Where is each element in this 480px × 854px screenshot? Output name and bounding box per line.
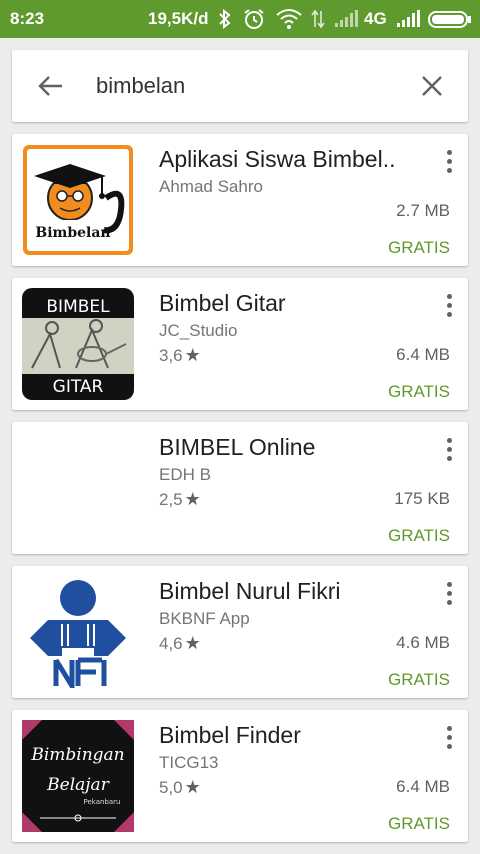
app-result-card[interactable]: BIMBEL Online EDH B 2,5 ★ 175 KB GRATIS [12, 422, 468, 554]
search-bar [12, 50, 468, 122]
more-vert-icon[interactable] [444, 148, 456, 176]
app-result-card[interactable]: Bimbel Nurul Fikri BKBNF App 4,6 ★ 4.6 MB… [12, 566, 468, 698]
alarm-icon [244, 9, 264, 29]
bluetooth-icon [219, 8, 231, 30]
rating-value: 5,0 [159, 778, 183, 797]
battery-icon [428, 11, 471, 28]
more-vert-icon[interactable] [444, 580, 456, 608]
rating-value: 3,6 [159, 346, 183, 365]
rating-value: 4,6 [159, 634, 183, 653]
app-developer: BKBNF App [159, 609, 250, 628]
search-input[interactable] [96, 70, 396, 102]
star-icon: ★ [184, 633, 201, 653]
app-result-card[interactable]: BIMBEL GITAR Bimbel Gitar JC_Studio 3,6 ★… [12, 278, 468, 410]
status-time: 8:23 [10, 9, 45, 28]
star-icon: ★ [184, 489, 201, 509]
signal-icon [397, 10, 420, 27]
app-price[interactable]: GRATIS [388, 238, 450, 258]
data-transfer-icon [311, 9, 325, 29]
app-title[interactable]: Bimbel Nurul Fikri [159, 578, 419, 605]
star-icon: ★ [184, 345, 201, 365]
app-icon-text: GITAR [53, 377, 104, 397]
app-icon-text: Belajar [46, 775, 110, 795]
app-developer: JC_Studio [159, 321, 238, 340]
app-icon-text: Pekanbaru [84, 798, 121, 806]
app-title[interactable]: Bimbel Finder [159, 722, 419, 749]
more-vert-icon[interactable] [444, 292, 456, 320]
app-size: 2.7 MB [396, 201, 450, 220]
wifi-icon [276, 9, 302, 29]
app-rating: 3,6 ★ [159, 345, 201, 366]
app-size: 4.6 MB [396, 633, 450, 652]
app-price[interactable]: GRATIS [388, 382, 450, 402]
app-icon-bimbel-gitar: BIMBEL GITAR [22, 288, 134, 400]
app-icon-aplikasi-siswa-bimbel: Bimbelan [23, 145, 133, 255]
app-developer: EDH B [159, 465, 211, 484]
app-icon-bimbel-nurul-fikri [30, 580, 126, 688]
app-developer: Ahmad Sahro [159, 177, 263, 196]
app-icon-text: Bimbingan [30, 745, 124, 765]
app-rating: 4,6 ★ [159, 633, 201, 654]
app-size: 6.4 MB [396, 777, 450, 796]
app-icon-bimbel-finder: Bimbingan Belajar Pekanbaru [22, 720, 134, 832]
app-developer: TICG13 [159, 753, 219, 772]
app-size: 175 KB [394, 489, 450, 508]
app-icon-placeholder [22, 432, 134, 544]
close-icon[interactable] [420, 74, 444, 98]
app-price[interactable]: GRATIS [388, 670, 450, 690]
app-rating: 5,0 ★ [159, 777, 201, 798]
network-speed: 19,5K/d [148, 9, 209, 28]
app-title[interactable]: BIMBEL Online [159, 434, 419, 461]
app-icon-text: BIMBEL [46, 297, 110, 317]
app-title[interactable]: Aplikasi Siswa Bimbel.. [159, 146, 419, 173]
more-vert-icon[interactable] [444, 724, 456, 752]
app-icon-text: Bimbelan [35, 225, 110, 241]
arrow-back-icon[interactable] [38, 74, 64, 98]
app-price[interactable]: GRATIS [388, 814, 450, 834]
more-vert-icon[interactable] [444, 436, 456, 464]
status-bar: 8:23 19,5K/d 4G [0, 0, 480, 38]
app-result-card[interactable]: Bimbingan Belajar Pekanbaru Bimbel Finde… [12, 710, 468, 842]
app-size: 6.4 MB [396, 345, 450, 364]
network-type: 4G [364, 9, 387, 28]
rating-value: 2,5 [159, 490, 183, 509]
app-result-card[interactable]: Bimbelan Aplikasi Siswa Bimbel.. Ahmad S… [12, 134, 468, 266]
signal-icon [335, 10, 358, 27]
app-rating: 2,5 ★ [159, 489, 201, 510]
app-price[interactable]: GRATIS [388, 526, 450, 546]
star-icon: ★ [184, 777, 201, 797]
app-title[interactable]: Bimbel Gitar [159, 290, 419, 317]
